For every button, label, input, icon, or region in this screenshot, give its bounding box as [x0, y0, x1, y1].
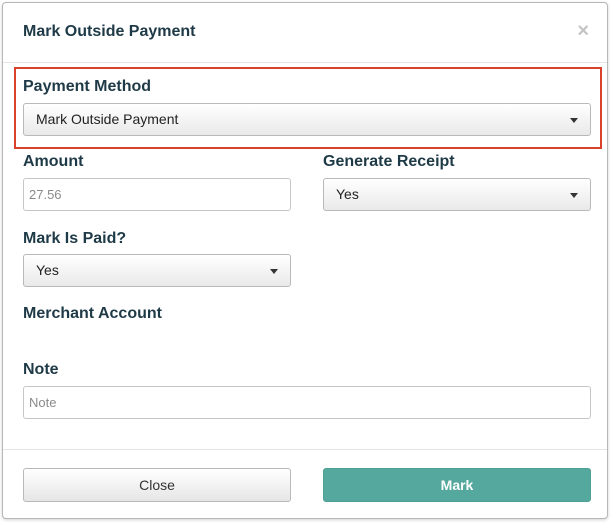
merchant-account-label: Merchant Account — [23, 305, 162, 322]
mark-button[interactable]: Mark — [323, 468, 591, 502]
close-button[interactable]: Close — [23, 468, 291, 502]
close-icon[interactable]: × — [577, 21, 589, 41]
mark-is-paid-selected-value: Yes — [36, 262, 59, 278]
note-input[interactable]: Note — [23, 386, 591, 419]
modal-footer: Close Mark — [3, 449, 607, 519]
generate-receipt-select[interactable]: Yes — [323, 178, 591, 211]
payment-method-selected-value: Mark Outside Payment — [36, 111, 179, 127]
generate-receipt-selected-value: Yes — [336, 186, 359, 202]
caret-down-icon — [270, 269, 278, 274]
modal-header: Mark Outside Payment × — [3, 3, 607, 63]
mark-outside-payment-modal: Mark Outside Payment × Payment Method Ma… — [2, 2, 608, 519]
mark-is-paid-select[interactable]: Yes — [23, 254, 291, 287]
caret-down-icon — [570, 118, 578, 123]
payment-method-select[interactable]: Mark Outside Payment — [23, 103, 591, 136]
generate-receipt-label: Generate Receipt — [323, 153, 455, 170]
payment-method-label: Payment Method — [23, 78, 152, 95]
note-placeholder: Note — [29, 395, 57, 410]
modal-title: Mark Outside Payment — [23, 23, 196, 40]
note-label: Note — [23, 361, 59, 378]
amount-input[interactable]: 27.56 — [23, 178, 291, 211]
amount-value: 27.56 — [29, 187, 62, 202]
caret-down-icon — [570, 193, 578, 198]
amount-label: Amount — [23, 153, 84, 170]
mark-is-paid-label: Mark Is Paid? — [23, 230, 127, 247]
